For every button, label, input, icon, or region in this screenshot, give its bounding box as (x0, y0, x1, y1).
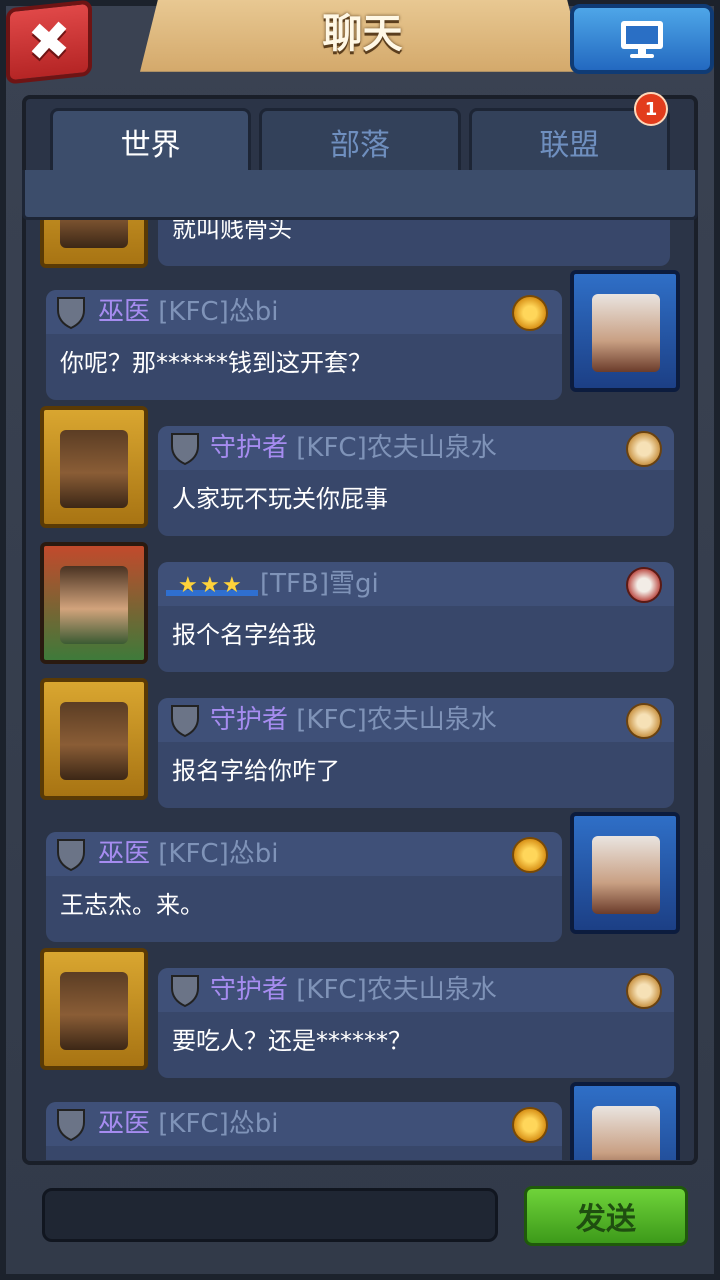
message-header: ★ ★ ★ [TFB]雪gi (158, 562, 674, 606)
portrait-image (60, 220, 128, 248)
message-text: 报名字给你咋了 (172, 757, 340, 785)
avatar[interactable] (40, 406, 148, 528)
avatar[interactable] (570, 812, 680, 934)
message-header: 巫医 [KFC]怂bi (46, 832, 562, 876)
medal-icon (626, 431, 662, 467)
portrait-image (60, 702, 128, 780)
page-title: 聊天 (322, 11, 403, 57)
message-bubble: 就叫贱骨头 (158, 220, 670, 266)
chat-message: 巫医 [KFC]怂bi (34, 1082, 686, 1160)
chat-list[interactable]: 就叫贱骨头 巫医 [KFC]怂bi 你呢？那******钱到这开套？ 守护者 [… (34, 220, 686, 1160)
sender-name[interactable]: 巫医 [KFC]怂bi (98, 832, 278, 876)
notification-badge: 1 (634, 92, 668, 126)
message-header: 守护者 [KFC]农夫山泉水 (158, 968, 674, 1012)
chat-message: 守护者 [KFC]农夫山泉水 要吃人？还是******？ (34, 948, 686, 1080)
message-bubble: 巫医 [KFC]怂bi 王志杰。来。 (46, 832, 562, 942)
message-bubble: 巫医 [KFC]怂bi (46, 1102, 562, 1160)
monitor-icon (621, 21, 663, 58)
chat-message: 守护者 [KFC]农夫山泉水 人家玩不玩关你屁事 (34, 406, 686, 538)
close-icon: ✖ (27, 9, 71, 75)
message-bubble: 守护者 [KFC]农夫山泉水 人家玩不玩关你屁事 (158, 426, 674, 536)
portrait-image (592, 294, 660, 372)
chat-message: 就叫贱骨头 (34, 220, 686, 270)
shield-icon (171, 433, 199, 466)
medal-icon (512, 1107, 548, 1143)
avatar[interactable] (40, 220, 148, 268)
message-bubble: ★ ★ ★ [TFB]雪gi 报个名字给我 (158, 562, 674, 672)
message-bubble: 守护者 [KFC]农夫山泉水 报名字给你咋了 (158, 698, 674, 808)
chat-input[interactable] (42, 1188, 498, 1242)
close-button[interactable]: ✖ (6, 0, 92, 85)
sender-name[interactable]: 守护者 [KFC]农夫山泉水 (210, 426, 497, 470)
message-header: 巫医 [KFC]怂bi (46, 290, 562, 334)
svg-text:★: ★ (222, 573, 242, 598)
chat-message: 巫医 [KFC]怂bi 王志杰。来。 (34, 812, 686, 944)
portrait-image (60, 430, 128, 508)
message-bubble: 守护者 [KFC]农夫山泉水 要吃人？还是******？ (158, 968, 674, 1078)
portrait-image (60, 566, 128, 644)
message-header: 守护者 [KFC]农夫山泉水 (158, 426, 674, 470)
message-text: 王志杰。来。 (60, 891, 204, 919)
screen-button[interactable] (570, 4, 714, 74)
message-text: 就叫贱骨头 (172, 220, 292, 243)
avatar[interactable] (40, 542, 148, 664)
message-text: 报个名字给我 (172, 621, 316, 649)
sender-name[interactable]: 巫医 [KFC]怂bi (98, 290, 278, 334)
sender-name[interactable]: [TFB]雪gi (260, 562, 379, 606)
shield-icon (171, 975, 199, 1008)
shield-icon (57, 297, 85, 330)
portrait-image (60, 972, 128, 1050)
medal-icon (512, 295, 548, 331)
svg-text:★: ★ (200, 573, 220, 598)
tab-underline (22, 170, 698, 220)
shield-icon (57, 839, 85, 872)
shield-icon (171, 705, 199, 738)
chat-message: 巫医 [KFC]怂bi 你呢？那******钱到这开套？ (34, 270, 686, 402)
shield-icon (57, 1109, 85, 1142)
message-bubble: 巫医 [KFC]怂bi 你呢？那******钱到这开套？ (46, 290, 562, 400)
message-text: 你呢？那******钱到这开套？ (60, 349, 372, 377)
send-button[interactable]: 发送 (524, 1186, 688, 1246)
chat-message: ★ ★ ★ [TFB]雪gi 报个名字给我 (34, 542, 686, 674)
portrait-image (592, 836, 660, 914)
tab-tribe[interactable]: 部落 (259, 108, 461, 172)
message-text: 要吃人？还是******？ (172, 1027, 412, 1055)
message-header: 守护者 [KFC]农夫山泉水 (158, 698, 674, 742)
avatar[interactable] (40, 678, 148, 800)
avatar[interactable] (570, 1082, 680, 1160)
svg-text:★: ★ (178, 573, 198, 598)
avatar[interactable] (570, 270, 680, 392)
message-text: 人家玩不玩关你屁事 (172, 485, 388, 513)
sender-name[interactable]: 守护者 [KFC]农夫山泉水 (210, 698, 497, 742)
chat-message: 守护者 [KFC]农夫山泉水 报名字给你咋了 (34, 678, 686, 810)
portrait-image (592, 1106, 660, 1160)
tab-world[interactable]: 世界 (50, 108, 252, 172)
star-rank-icon: ★ ★ ★ (166, 573, 258, 598)
sender-name[interactable]: 巫医 [KFC]怂bi (98, 1102, 278, 1146)
chat-tabs: 世界 部落 联盟 (50, 108, 670, 172)
medal-icon (626, 703, 662, 739)
avatar[interactable] (40, 948, 148, 1070)
message-header: 巫医 [KFC]怂bi (46, 1102, 562, 1146)
medal-icon (626, 567, 662, 603)
sender-name[interactable]: 守护者 [KFC]农夫山泉水 (210, 968, 497, 1012)
medal-icon (512, 837, 548, 873)
medal-icon (626, 973, 662, 1009)
